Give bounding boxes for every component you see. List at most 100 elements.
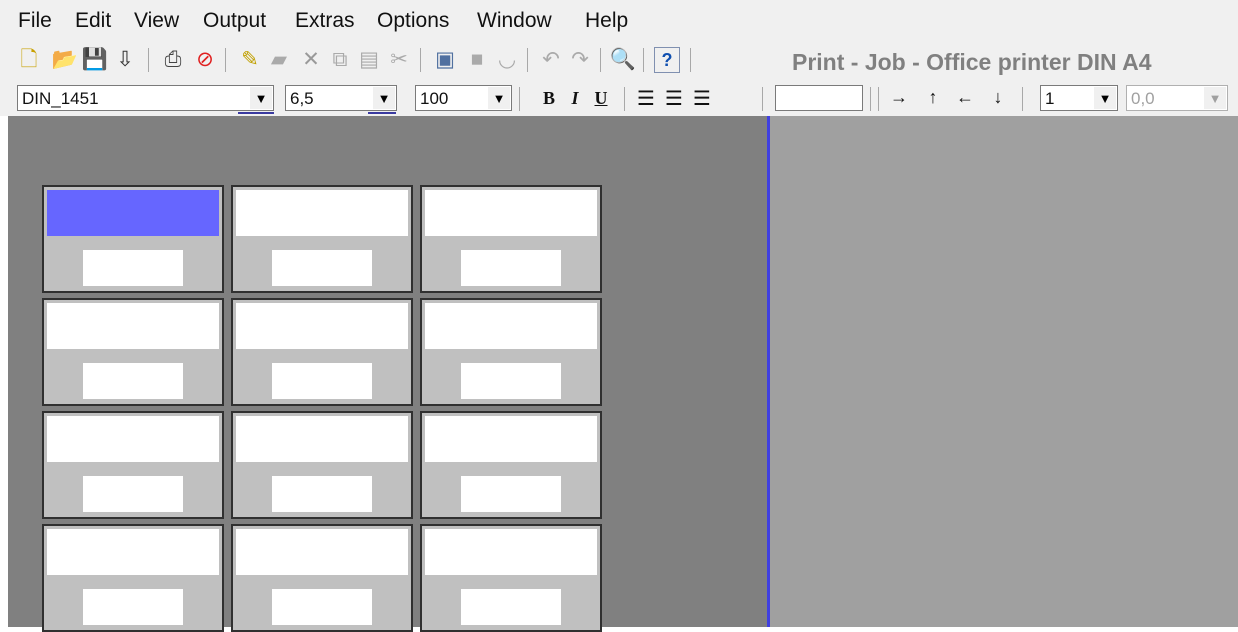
menu-file[interactable]: File <box>18 9 52 33</box>
label-sub-field[interactable] <box>272 363 372 399</box>
label-cell[interactable] <box>420 524 602 632</box>
job-title: Print - Job - Office printer DIN A4 <box>792 49 1152 75</box>
redo-icon[interactable]: ↷ <box>567 47 593 73</box>
unlock-icon[interactable]: ◡ <box>494 47 520 73</box>
label-cell[interactable] <box>42 298 224 406</box>
label-cell[interactable] <box>231 185 413 293</box>
toolbar-separator <box>519 87 520 111</box>
toolbar-separator <box>600 48 601 72</box>
arrow-right-icon[interactable]: → <box>888 86 910 108</box>
underline-button[interactable]: U <box>590 87 612 109</box>
toolbar-separator <box>527 48 528 72</box>
toolbar-separator <box>762 87 763 111</box>
export-icon[interactable]: ⇩ <box>112 47 138 73</box>
print-icon[interactable]: ⎙ <box>160 47 186 73</box>
menu-output[interactable]: Output <box>203 9 266 33</box>
text-field[interactable] <box>775 85 863 111</box>
label-cell[interactable] <box>42 411 224 519</box>
bold-button[interactable]: B <box>538 87 560 109</box>
insert-image-icon[interactable]: ▣ <box>432 47 458 73</box>
copy-icon[interactable]: ⧉ <box>327 47 353 73</box>
chevron-down-icon[interactable]: ▼ <box>373 87 395 109</box>
label-sub-field[interactable] <box>83 476 183 512</box>
label-cell[interactable] <box>42 524 224 632</box>
delete-icon[interactable]: ✕ <box>298 47 324 73</box>
label-sub-field[interactable] <box>83 250 183 286</box>
label-text-field[interactable] <box>236 303 408 349</box>
align-right-icon[interactable]: ☰ <box>691 86 713 110</box>
paste-icon[interactable]: ▤ <box>356 47 382 73</box>
menu-extras[interactable]: Extras <box>295 9 355 33</box>
label-cell[interactable] <box>420 411 602 519</box>
menu-bar: File Edit View Output Extras Options Win… <box>0 0 1238 40</box>
label-sub-field[interactable] <box>272 589 372 625</box>
edit-icon[interactable]: ✎ <box>237 47 263 73</box>
chevron-down-icon[interactable]: ▼ <box>1094 87 1116 109</box>
italic-button[interactable]: I <box>564 87 586 109</box>
toolbar-separator <box>643 48 644 72</box>
label-sub-field[interactable] <box>461 363 561 399</box>
count-select[interactable]: 1 ▼ <box>1040 85 1118 111</box>
align-center-icon[interactable]: ☰ <box>663 86 685 110</box>
label-cell[interactable] <box>231 411 413 519</box>
offset-select: 0,0 ▼ <box>1126 85 1228 111</box>
label-cell[interactable] <box>231 298 413 406</box>
arrow-left-icon[interactable]: ← <box>954 86 976 108</box>
label-text-field[interactable] <box>425 303 597 349</box>
arrow-down-icon[interactable]: ↓ <box>987 86 1009 108</box>
zoom-icon[interactable]: 🔍 <box>610 47 636 73</box>
layer-icon[interactable]: ■ <box>464 47 490 73</box>
label-text-field[interactable] <box>236 529 408 575</box>
layout-value: DIN_1451 <box>22 89 99 108</box>
toolbar-separator <box>878 87 879 111</box>
undo-icon[interactable]: ↶ <box>538 47 564 73</box>
label-text-field[interactable] <box>47 529 219 575</box>
left-margin <box>0 116 8 627</box>
menu-edit[interactable]: Edit <box>75 9 111 33</box>
cut-icon[interactable]: ✂ <box>386 47 412 73</box>
label-text-field[interactable] <box>236 416 408 462</box>
select-underline <box>368 112 396 114</box>
zoom-value: 100 <box>420 89 449 108</box>
label-text-field[interactable] <box>47 190 219 236</box>
label-text-field[interactable] <box>47 416 219 462</box>
menu-window[interactable]: Window <box>477 9 552 33</box>
label-sub-field[interactable] <box>83 363 183 399</box>
label-text-field[interactable] <box>425 416 597 462</box>
align-left-icon[interactable]: ☰ <box>635 86 657 110</box>
label-cell[interactable] <box>231 524 413 632</box>
label-text-field[interactable] <box>425 190 597 236</box>
save-icon[interactable]: 💾 <box>82 47 108 73</box>
stop-icon[interactable]: ⊘ <box>192 47 218 73</box>
toolbar-separator <box>148 48 149 72</box>
zoom-select[interactable]: 100 ▼ <box>415 85 512 111</box>
menu-help[interactable]: Help <box>585 9 628 33</box>
menu-options[interactable]: Options <box>377 9 449 33</box>
toolbar-separator <box>870 87 871 111</box>
label-sub-field[interactable] <box>461 250 561 286</box>
label-sub-field[interactable] <box>461 589 561 625</box>
label-text-field[interactable] <box>425 529 597 575</box>
menu-view[interactable]: View <box>134 9 179 33</box>
open-folder-icon[interactable]: 📂 <box>52 47 78 73</box>
label-cell[interactable] <box>42 185 224 293</box>
new-file-icon[interactable]: 🗋 <box>16 47 42 73</box>
label-sub-field[interactable] <box>83 589 183 625</box>
help-icon[interactable]: ? <box>654 47 680 73</box>
stamp-icon[interactable]: ▰ <box>266 47 292 73</box>
label-cell[interactable] <box>420 298 602 406</box>
label-sub-field[interactable] <box>272 476 372 512</box>
label-text-field[interactable] <box>236 190 408 236</box>
chevron-down-icon[interactable]: ▼ <box>250 87 272 109</box>
format-toolbar: DIN_1451 ▼ 6,5 ▼ 100 ▼ B I U ☰ ☰ ☰ → ↑ ←… <box>0 82 1238 118</box>
toolbar-separator <box>225 48 226 72</box>
layout-select[interactable]: DIN_1451 ▼ <box>17 85 274 114</box>
font-size-select[interactable]: 6,5 ▼ <box>285 85 397 114</box>
chevron-down-icon[interactable]: ▼ <box>488 87 510 109</box>
label-sub-field[interactable] <box>272 250 372 286</box>
arrow-up-icon[interactable]: ↑ <box>922 86 944 108</box>
count-value: 1 <box>1045 89 1055 108</box>
label-cell[interactable] <box>420 185 602 293</box>
label-sub-field[interactable] <box>461 476 561 512</box>
label-text-field[interactable] <box>47 303 219 349</box>
